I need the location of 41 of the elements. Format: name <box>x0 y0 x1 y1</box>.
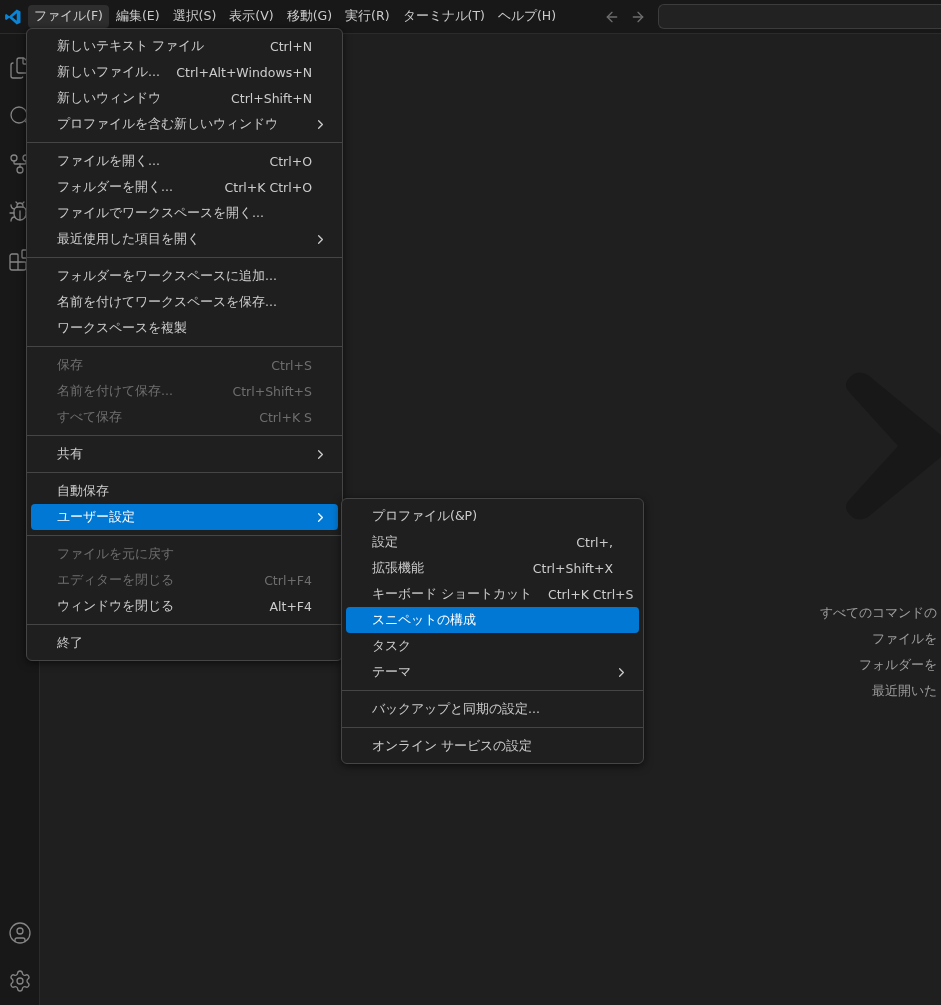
menu-item[interactable]: 新しいファイル... Ctrl+Alt+Windows+N <box>31 59 338 85</box>
menu-item[interactable]: 名前を付けてワークスペースを保存... <box>31 289 338 315</box>
menu-item[interactable]: スニペットの構成 <box>346 607 639 633</box>
menu-item[interactable]: 最近使用した項目を開く <box>31 226 338 252</box>
menu-item[interactable]: ウィンドウを閉じる Alt+F4 <box>31 593 338 619</box>
menu-item[interactable]: フォルダーをワークスペースに追加... <box>31 263 338 289</box>
menu-item[interactable]: ファイルを開く... Ctrl+O <box>31 148 338 174</box>
menu-item[interactable]: 設定 Ctrl+, <box>346 529 639 555</box>
menu-item[interactable]: オンライン サービスの設定 <box>346 733 639 759</box>
menu-item[interactable]: 共有 <box>31 441 338 467</box>
menu-bar-item[interactable]: ヘルプ(H) <box>491 5 563 28</box>
menu-item[interactable]: 新しいテキスト ファイル Ctrl+N <box>31 33 338 59</box>
menu-item[interactable]: ワークスペースを複製 <box>31 315 338 341</box>
account-icon[interactable] <box>7 921 32 945</box>
shortcut-hint: フォルダーを <box>859 658 937 672</box>
menu-bar-item[interactable]: 移動(G) <box>280 5 339 28</box>
menu-bar-item[interactable]: 編集(E) <box>109 5 166 28</box>
menu-item[interactable]: バックアップと同期の設定... <box>346 696 639 722</box>
menu-bar-item[interactable]: 選択(S) <box>166 5 223 28</box>
menu-item[interactable]: フォルダーを開く... Ctrl+K Ctrl+O <box>31 174 338 200</box>
settings-icon[interactable] <box>7 969 32 993</box>
menu-item[interactable]: キーボード ショートカット Ctrl+K Ctrl+S <box>346 581 639 607</box>
menu-bar-item[interactable]: ターミナル(T) <box>396 5 491 28</box>
shortcut-hint: すべてのコマンドの <box>820 606 937 620</box>
menu-bar-item[interactable]: 実行(R) <box>339 5 396 28</box>
menu-item[interactable]: テーマ <box>346 659 639 685</box>
app-logo-icon <box>4 7 22 26</box>
menu-item[interactable]: 新しいウィンドウ Ctrl+Shift+N <box>31 85 338 111</box>
shortcut-hint: ファイルを <box>872 632 937 646</box>
menu-item[interactable]: プロファイル(&P) <box>346 503 639 529</box>
menu-item[interactable]: タスク <box>346 633 639 659</box>
menu-item[interactable]: ファイルでワークスペースを開く... <box>31 200 338 226</box>
menu-item[interactable]: 拡張機能 Ctrl+Shift+X <box>346 555 639 581</box>
menu-item[interactable]: 終了 <box>31 630 338 656</box>
command-center-field[interactable] <box>658 4 941 29</box>
menu-item[interactable]: プロファイルを含む新しいウィンドウ <box>31 111 338 137</box>
shortcut-hint: 最近開いた <box>872 684 937 698</box>
menu-item[interactable]: ユーザー設定 <box>31 504 338 530</box>
menu-bar-item[interactable]: 表示(V) <box>223 5 280 28</box>
menu-bar-item[interactable]: ファイル(F) <box>28 5 109 28</box>
menu-item[interactable]: 自動保存 <box>31 478 338 504</box>
